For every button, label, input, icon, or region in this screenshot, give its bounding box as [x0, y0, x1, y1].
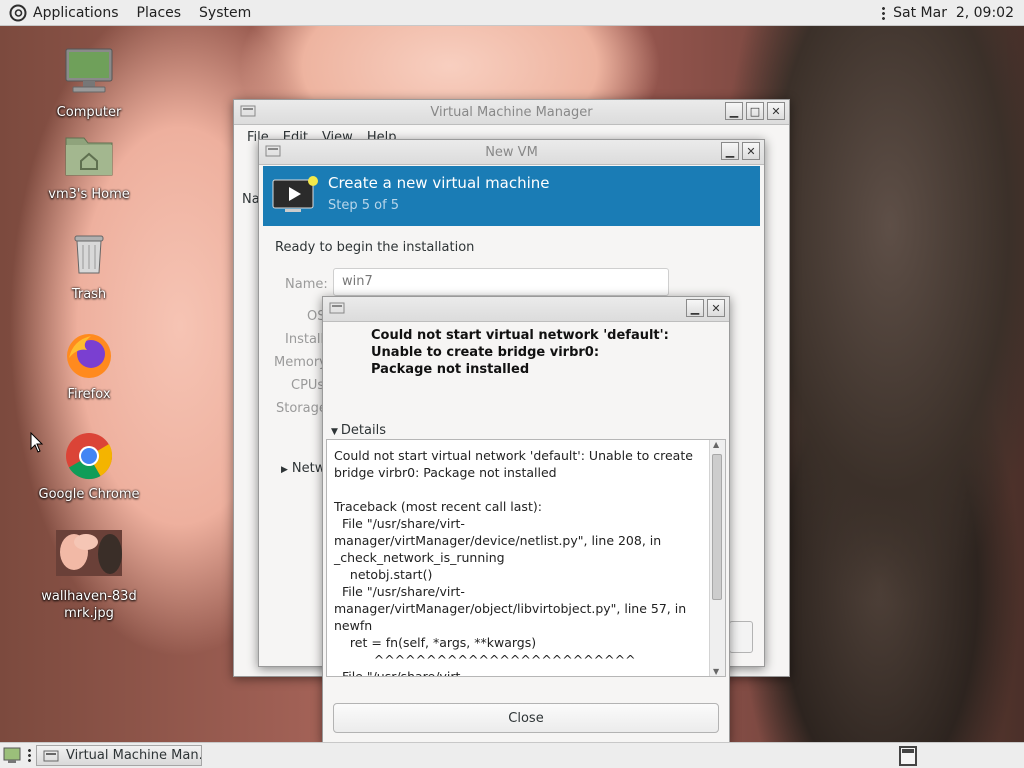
- show-desktop-icon[interactable]: [2, 745, 24, 765]
- wizard-title: Create a new virtual machine: [328, 174, 550, 192]
- scroll-up-icon[interactable]: ▲: [713, 440, 719, 449]
- desktop-icon-label: Trash: [71, 287, 107, 302]
- name-field[interactable]: win7: [333, 268, 669, 296]
- desktop-icon-image-file[interactable]: wallhaven-83dmrk.jpg: [34, 530, 144, 622]
- places-menu[interactable]: Places: [128, 0, 191, 26]
- wizard-step: Step 5 of 5: [328, 198, 400, 213]
- new-vm-icon: [272, 176, 318, 212]
- system-menu-label: System: [199, 4, 252, 21]
- error-message: Could not start virtual network 'default…: [371, 328, 669, 377]
- desktop-icon-chrome[interactable]: Google Chrome: [34, 428, 144, 503]
- new-vm-titlebar[interactable]: New VM ▁ ✕: [259, 140, 764, 165]
- details-expander[interactable]: ▼ Details: [331, 423, 386, 438]
- trash-icon: [74, 235, 104, 274]
- minimize-button[interactable]: ▁: [721, 142, 739, 160]
- traceback-text: Could not start virtual network 'default…: [334, 448, 693, 677]
- storage-label: Storage: [276, 401, 327, 416]
- minimize-button[interactable]: ▁: [725, 102, 743, 120]
- expander-arrow-icon: ▼: [331, 427, 338, 437]
- window-icon: [329, 302, 345, 314]
- expander-arrow-icon: ▶: [281, 465, 288, 475]
- details-label: Details: [340, 423, 386, 438]
- error-dialog[interactable]: ▁ ✕ Could not start virtual network 'def…: [322, 296, 730, 744]
- close-button[interactable]: ✕: [707, 299, 725, 317]
- close-dialog-button[interactable]: Close: [333, 703, 719, 733]
- finish-button-edge[interactable]: [729, 621, 753, 653]
- distro-logo-icon: [9, 4, 27, 21]
- panel-handle-icon: [882, 5, 886, 20]
- error-dialog-titlebar[interactable]: ▁ ✕: [323, 297, 729, 322]
- minimize-button[interactable]: ▁: [686, 299, 704, 317]
- clock: Sat Mar 2, 09:02: [893, 4, 1014, 21]
- cpus-label: CPUs: [291, 378, 325, 393]
- close-button[interactable]: ✕: [742, 142, 760, 160]
- network-label: Netw: [291, 461, 326, 476]
- applications-menu[interactable]: Applications: [0, 0, 128, 26]
- taskbar-item-vmm[interactable]: Virtual Machine Man...: [36, 745, 202, 766]
- desktop-icon-label: Firefox: [67, 387, 111, 402]
- desktop-icon-label: Google Chrome: [38, 487, 140, 502]
- scroll-down-icon[interactable]: ▼: [713, 667, 719, 676]
- top-panel: Applications Places System Sat Mar 2, 09…: [0, 0, 1024, 26]
- desktop-icon-firefox[interactable]: Firefox: [34, 328, 144, 403]
- panel-handle-icon: [28, 748, 31, 762]
- system-menu[interactable]: System: [190, 0, 260, 26]
- install-label: Install: [285, 332, 325, 347]
- traceback-scrollbar[interactable]: ▲ ▼: [709, 440, 725, 676]
- applications-menu-label: Applications: [33, 4, 119, 21]
- clock-area[interactable]: Sat Mar 2, 09:02: [882, 5, 1024, 21]
- desktop-icon-label: vm3's Home: [48, 187, 130, 202]
- mouse-cursor-icon: [30, 432, 44, 453]
- ready-text: Ready to begin the installation: [275, 240, 475, 255]
- maximize-button[interactable]: □: [746, 102, 764, 120]
- vmm-title: Virtual Machine Manager: [430, 104, 593, 120]
- scrollbar-thumb[interactable]: [712, 454, 722, 600]
- vmm-titlebar[interactable]: Virtual Machine Manager ▁ □ ✕: [234, 100, 789, 125]
- home-folder-icon: [65, 137, 113, 176]
- bottom-panel: Virtual Machine Man...: [0, 742, 1024, 768]
- taskbar-item-label: Virtual Machine Man...: [66, 748, 201, 763]
- network-expander[interactable]: ▶ Netw: [281, 461, 325, 476]
- desktop-icon-home[interactable]: vm3's Home: [34, 128, 144, 203]
- traceback-textview[interactable]: Could not start virtual network 'default…: [326, 439, 726, 677]
- chrome-icon: [66, 433, 113, 480]
- desktop-icon-trash[interactable]: Trash: [34, 228, 144, 303]
- memory-label: Memory: [274, 355, 327, 370]
- firefox-icon: [67, 334, 111, 378]
- computer-icon: [65, 48, 113, 93]
- new-vm-title: New VM: [485, 144, 538, 160]
- desktop-icon-label: wallhaven-83dmrk.jpg: [41, 589, 137, 621]
- desktop-icon-computer[interactable]: Computer: [34, 46, 144, 121]
- image-file-icon: [56, 530, 122, 576]
- name-label: Name:: [285, 277, 328, 292]
- places-menu-label: Places: [136, 4, 182, 21]
- wizard-banner: Create a new virtual machine Step 5 of 5: [263, 166, 760, 226]
- desktop-icon-label: Computer: [56, 105, 122, 120]
- workspace-switcher-icon[interactable]: [897, 745, 919, 767]
- window-icon: [43, 750, 59, 761]
- close-button[interactable]: ✕: [767, 102, 785, 120]
